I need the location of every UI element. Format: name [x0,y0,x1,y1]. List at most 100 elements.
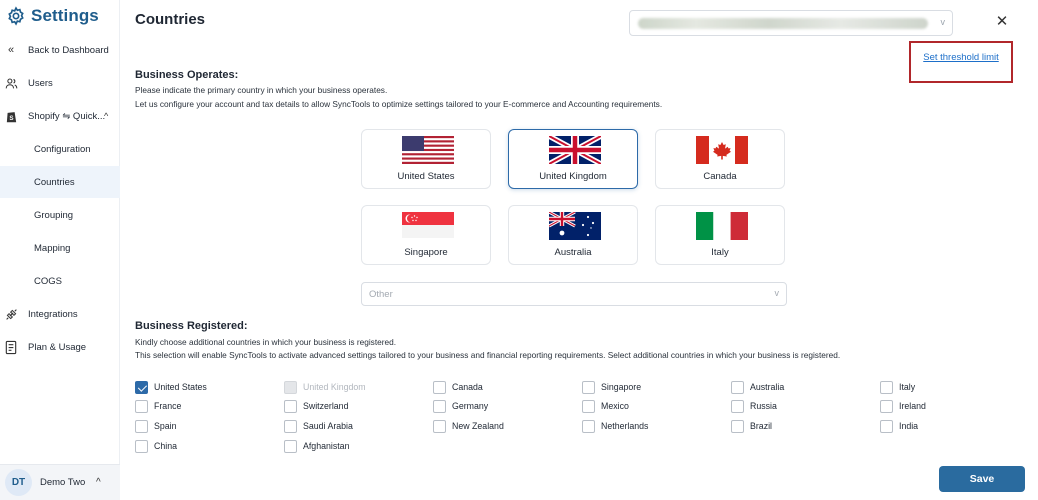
country-card-singapore[interactable]: Singapore [361,205,491,265]
country-card-label: Canada [703,171,737,182]
operates-desc-1: Please indicate the primary country in w… [135,85,388,95]
country-checkbox-item[interactable]: United States [135,379,207,395]
checkbox[interactable] [731,399,744,413]
canada-flag-icon [696,136,748,164]
country-card-label: Australia [554,247,592,258]
checkbox[interactable] [582,419,595,433]
save-button[interactable]: Save [939,466,1025,492]
checkbox[interactable] [880,399,893,413]
checkbox[interactable] [284,439,297,453]
country-checkbox-item[interactable]: Singapore [582,379,641,395]
chevron-up-icon: ^ [104,111,109,121]
checkbox-label: United Kingdom [303,382,366,392]
country-checkbox-item[interactable]: India [880,418,918,434]
back-to-dashboard[interactable]: « Back to Dashboard [0,34,120,66]
checkbox[interactable] [880,419,893,433]
checkbox-label: Germany [452,401,489,411]
page-title: Countries [135,11,206,28]
country-checkbox-item[interactable]: Russia [731,398,777,414]
checkbox[interactable] [135,419,148,433]
checkbox[interactable] [582,380,595,394]
country-checkbox-item[interactable]: Mexico [582,398,629,414]
country-card-united-kingdom[interactable]: United Kingdom [508,129,638,189]
checkbox-label: Brazil [750,421,772,431]
sidebar-item-label: Configuration [34,143,91,155]
country-card-italy[interactable]: Italy [655,205,785,265]
country-checkbox-item[interactable]: China [135,438,177,454]
country-checkbox-item[interactable]: Australia [731,379,784,395]
checkbox[interactable] [582,399,595,413]
plan-icon [4,340,18,354]
sidebar-item-label: Mapping [34,242,71,254]
chevron-down-icon: v [940,17,946,27]
country-checkbox-item[interactable]: Spain [135,418,177,434]
country-checkbox-item[interactable]: Saudi Arabia [284,418,353,434]
checkbox[interactable] [433,380,446,394]
sidebar-item-cogs[interactable]: COGS [0,265,120,297]
sidebar-item-label: Users [28,77,53,89]
checkbox-label: Netherlands [601,421,649,431]
sidebar: Settings « Back to Dashboard Users S Sho… [0,0,120,500]
other-country-select[interactable]: Other v [361,282,787,306]
chevron-up-icon: ^ [96,477,101,488]
checkbox[interactable] [135,380,148,394]
checkbox[interactable] [731,419,744,433]
country-card-australia[interactable]: Australia [508,205,638,265]
checkbox-label: India [899,421,919,431]
sidebar-item-countries[interactable]: Countries [0,166,120,198]
company-select[interactable]: v [629,10,953,36]
operates-desc-2: Let us configure your account and tax de… [135,99,663,109]
svg-text:S: S [9,115,13,122]
sidebar-item-configuration[interactable]: Configuration [0,133,120,165]
sidebar-item-users[interactable]: Users [0,67,120,99]
us-flag-icon [402,136,454,164]
brand: Settings [6,6,99,26]
registered-heading: Business Registered: [135,320,248,332]
checkbox[interactable] [433,399,446,413]
checkbox[interactable] [135,399,148,413]
italy-flag-icon [696,212,748,240]
close-icon[interactable]: ✕ [993,12,1011,30]
user-name: Demo Two [40,477,86,488]
country-checkbox-item[interactable]: Ireland [880,398,926,414]
checkbox[interactable] [731,380,744,394]
checkbox-label: Russia [750,401,777,411]
checkbox-label: Mexico [601,401,629,411]
country-checkbox-item[interactable]: France [135,398,181,414]
checkbox-label: Spain [154,421,177,431]
user-menu[interactable]: DT Demo Two ^ [0,464,120,500]
other-placeholder: Other [369,289,393,300]
country-checkbox-item[interactable]: Germany [433,398,488,414]
users-icon [4,76,18,90]
country-checkbox-item[interactable]: Canada [433,379,483,395]
sidebar-item-grouping[interactable]: Grouping [0,199,120,231]
back-label: Back to Dashboard [28,44,109,56]
checkbox[interactable] [135,439,148,453]
checkbox[interactable] [284,399,297,413]
checkbox-label: China [154,441,177,451]
country-checkbox-item[interactable]: Afghanistan [284,438,349,454]
sidebar-item-integrations[interactable]: Integrations [0,298,120,330]
checkbox-label: Afghanistan [303,441,350,451]
country-checkbox-item[interactable]: Brazil [731,418,772,434]
sidebar-item-shopify[interactable]: S Shopify ⇋ Quick... ^ [0,100,120,132]
country-checkbox-item[interactable]: Italy [880,379,915,395]
sidebar-item-label: Shopify ⇋ Quick... [28,110,106,122]
checkbox[interactable] [880,380,893,394]
checkbox-label: Switzerland [303,401,349,411]
country-checkbox-item[interactable]: Switzerland [284,398,348,414]
sidebar-item-plan-usage[interactable]: Plan & Usage [0,331,120,363]
country-card-canada[interactable]: Canada [655,129,785,189]
country-checkbox-item: United Kingdom [284,379,366,395]
checkbox[interactable] [284,419,297,433]
redacted-company-name [638,18,928,29]
checkbox[interactable] [433,419,446,433]
country-checkbox-item[interactable]: Netherlands [582,418,648,434]
country-card-united-states[interactable]: United States [361,129,491,189]
country-checkbox-item[interactable]: New Zealand [433,418,504,434]
sidebar-item-mapping[interactable]: Mapping [0,232,120,264]
checkbox [284,380,297,394]
set-threshold-link[interactable]: Set threshold limit [923,52,999,63]
shopify-icon: S [4,109,18,123]
checkbox-label: Saudi Arabia [303,421,353,431]
